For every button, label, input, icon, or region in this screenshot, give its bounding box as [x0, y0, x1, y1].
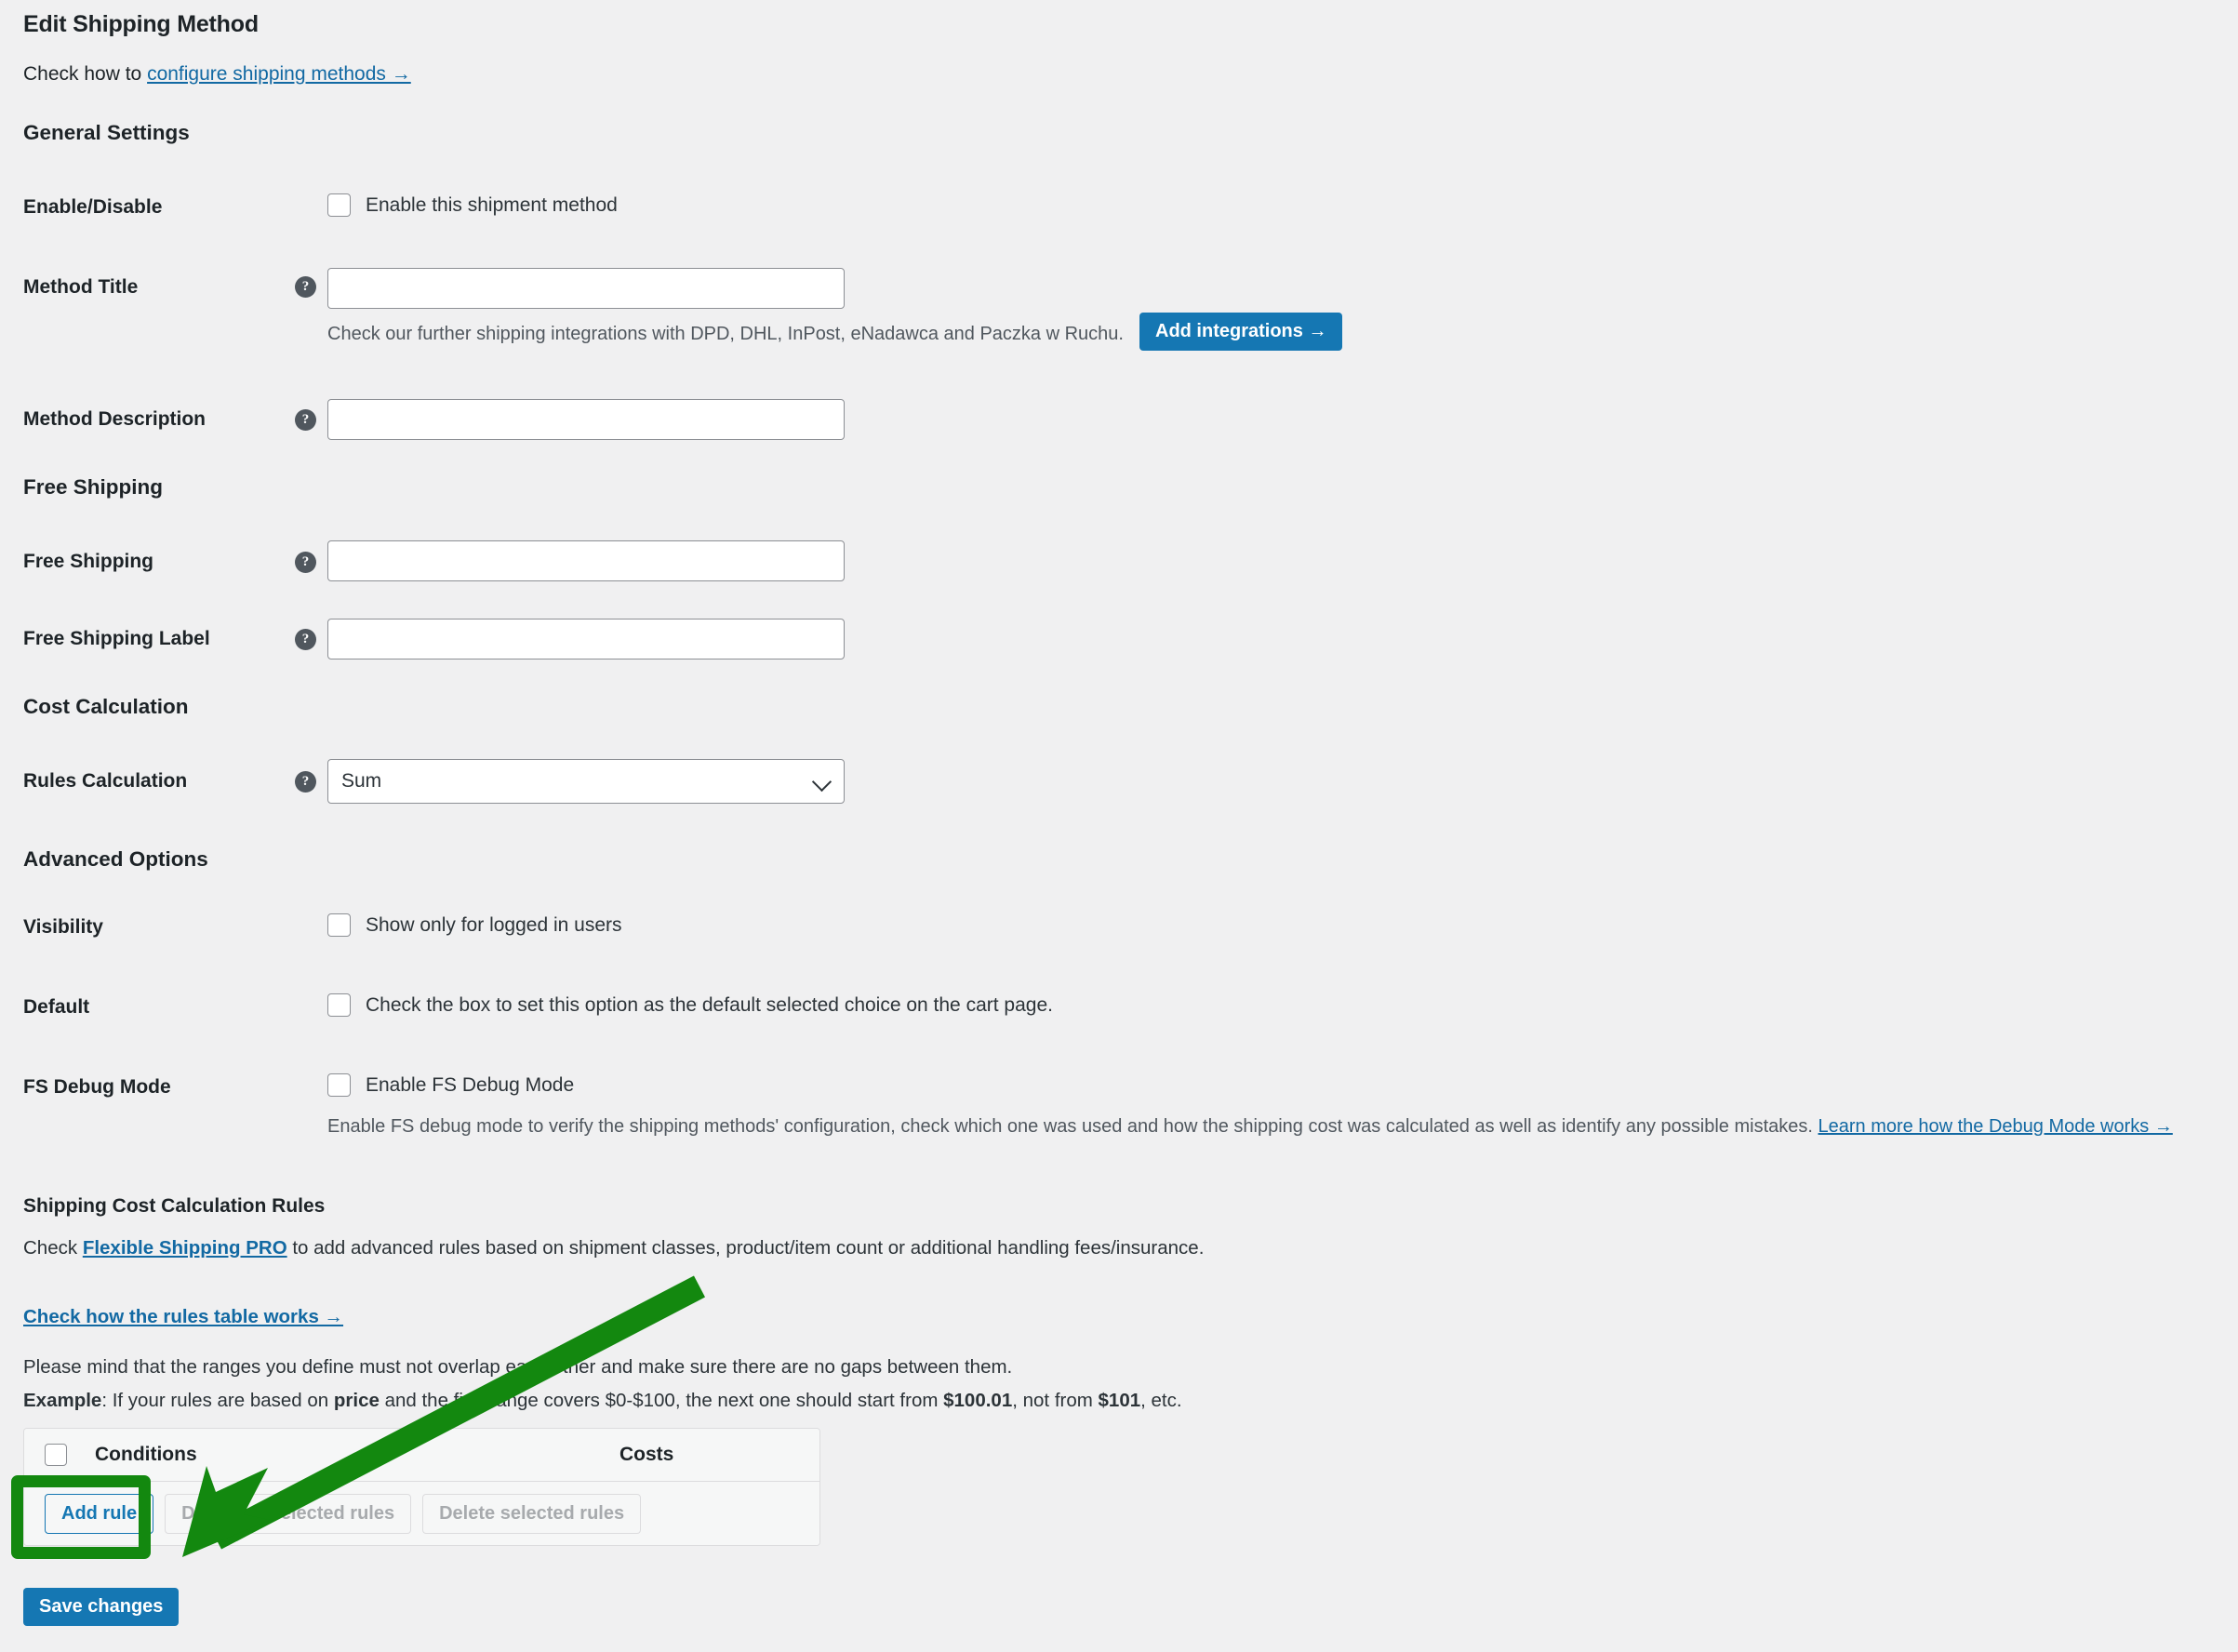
chevron-down-icon [811, 771, 833, 793]
configure-shipping-hint-prefix: Check how to [23, 63, 148, 85]
fs-debug-mode-checkbox-row[interactable]: Enable FS Debug Mode [327, 1073, 574, 1097]
method-title-hint: Check our further shipping integrations … [327, 324, 1124, 344]
label-method-title: Method Title [23, 276, 139, 298]
rules-table-header: Conditions Costs [24, 1429, 819, 1482]
delete-selected-rules-button: Delete selected rules [422, 1493, 642, 1534]
rules-example-text-b: and the first range covers $0-$100, the … [379, 1390, 944, 1411]
configure-shipping-methods-link[interactable]: configure shipping methods → [147, 63, 411, 85]
rules-example-label: Example [23, 1390, 102, 1411]
enable-disable-checkbox-row[interactable]: Enable this shipment method [327, 193, 618, 217]
show-only-logged-in-label: Show only for logged in users [366, 913, 622, 936]
label-method-description: Method Description [23, 408, 206, 430]
help-icon-method-description[interactable]: ? [295, 409, 316, 431]
rules-example-text-d: , etc. [1140, 1390, 1182, 1411]
rules-pro-line: Check Flexible Shipping PRO to add advan… [23, 1237, 1204, 1259]
help-icon-method-title[interactable]: ? [295, 276, 316, 298]
label-visibility: Visibility [23, 916, 103, 938]
column-header-costs: Costs [619, 1444, 674, 1465]
save-changes-button[interactable]: Save changes [23, 1588, 180, 1626]
help-icon-free-shipping[interactable]: ? [295, 552, 316, 573]
label-free-shipping-label: Free Shipping Label [23, 628, 210, 649]
add-integrations-button[interactable]: Add integrations → [1139, 313, 1343, 351]
select-all-rules-checkbox[interactable] [45, 1444, 67, 1466]
label-free-shipping: Free Shipping [23, 551, 154, 572]
section-heading-general: General Settings [23, 121, 190, 144]
add-rule-button[interactable]: Add rule [45, 1493, 154, 1534]
section-heading-cost-calculation: Cost Calculation [23, 695, 189, 718]
label-default: Default [23, 996, 90, 1018]
configure-shipping-hint: Check how to configure shipping methods … [23, 63, 411, 86]
free-shipping-input[interactable] [327, 540, 845, 581]
default-checkbox-row[interactable]: Check the box to set this option as the … [327, 993, 1053, 1017]
debug-mode-learn-more-link[interactable]: Learn more how the Debug Mode works → [1818, 1116, 2173, 1137]
duplicate-selected-rules-button: Duplicate selected rules [165, 1493, 412, 1534]
help-icon-free-shipping-label[interactable]: ? [295, 629, 316, 650]
free-shipping-label-input[interactable] [327, 619, 845, 659]
help-icon-rules-calculation[interactable]: ? [295, 771, 316, 793]
visibility-checkbox-row[interactable]: Show only for logged in users [327, 913, 622, 937]
fs-debug-mode-hint-text: Enable FS debug mode to verify the shipp… [327, 1116, 1813, 1137]
page-title: Edit Shipping Method [23, 11, 259, 37]
label-enable-disable: Enable/Disable [23, 196, 163, 218]
rules-overlap-note: Please mind that the ranges you define m… [23, 1356, 1013, 1378]
rules-example-bold-b: $100.01 [943, 1390, 1013, 1411]
rules-example-text-a: : If your rules are based on [101, 1390, 334, 1411]
rules-example-bold-a: price [333, 1390, 380, 1411]
show-only-logged-in-checkbox[interactable] [327, 913, 351, 937]
enable-shipment-method-label: Enable this shipment method [366, 193, 618, 216]
rules-example-text-c: , not from [1012, 1390, 1099, 1411]
shipping-method-settings-page: Edit Shipping Method Check how to config… [0, 0, 2238, 1652]
label-rules-calculation: Rules Calculation [23, 770, 188, 792]
section-heading-advanced-options: Advanced Options [23, 847, 208, 871]
column-header-conditions: Conditions [95, 1444, 197, 1465]
rules-section-title: Shipping Cost Calculation Rules [23, 1195, 326, 1217]
enable-shipment-method-checkbox[interactable] [327, 193, 351, 217]
rules-pro-prefix: Check [23, 1237, 83, 1259]
method-title-input[interactable] [327, 268, 845, 309]
default-choice-checkbox[interactable] [327, 993, 351, 1017]
enable-fs-debug-mode-checkbox[interactable] [327, 1073, 351, 1097]
default-choice-label: Check the box to set this option as the … [366, 993, 1053, 1016]
section-heading-free-shipping: Free Shipping [23, 475, 164, 499]
label-fs-debug-mode: FS Debug Mode [23, 1076, 171, 1098]
method-description-input[interactable] [327, 399, 845, 440]
rules-table-footer: Add rule Duplicate selected rules Delete… [24, 1482, 819, 1545]
flexible-shipping-pro-link[interactable]: Flexible Shipping PRO [83, 1237, 287, 1259]
enable-fs-debug-mode-label: Enable FS Debug Mode [366, 1073, 575, 1096]
rules-example-note: Example: If your rules are based on pric… [23, 1390, 1182, 1412]
rules-table-help-link[interactable]: Check how the rules table works → [23, 1306, 343, 1328]
rules-calculation-select[interactable]: Sum [327, 759, 845, 804]
rules-table: Conditions Costs Add rule Duplicate sele… [23, 1428, 820, 1546]
rules-calculation-value: Sum [341, 770, 382, 792]
rules-example-bold-c: $101 [1098, 1390, 1141, 1411]
rules-pro-suffix: to add advanced rules based on shipment … [286, 1237, 1205, 1259]
fs-debug-mode-hint: Enable FS debug mode to verify the shipp… [327, 1116, 2225, 1138]
